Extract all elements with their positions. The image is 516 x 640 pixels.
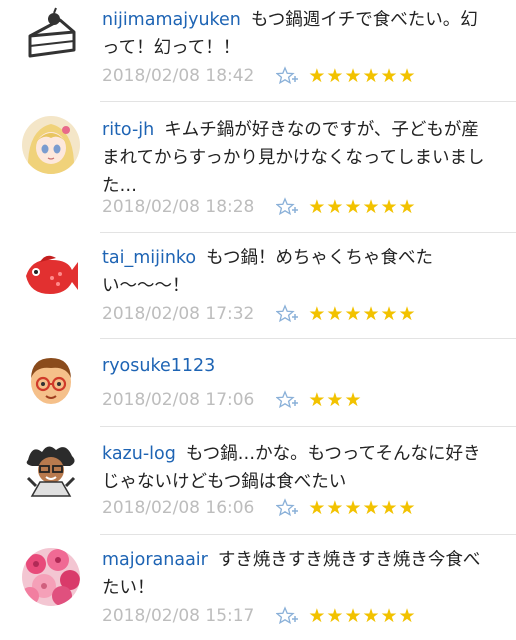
timestamp: 2018/02/08 18:42 [102, 66, 255, 86]
red-fish-avatar[interactable] [22, 244, 80, 302]
divider [100, 101, 516, 102]
username-link[interactable]: ryosuke1123 [102, 356, 215, 376]
star-rating: ★★★★★★ [308, 303, 417, 325]
timestamp: 2018/02/08 18:28 [102, 197, 255, 217]
flower-bouquet-avatar[interactable] [22, 548, 80, 606]
comment-text: ryosuke1123 [102, 352, 494, 380]
comment-text: nijimamajyuken もつ鍋週イチで食べたい。幻って！幻って！！ [102, 6, 494, 62]
divider [100, 426, 516, 427]
star-rating: ★★★ [308, 389, 363, 411]
comment-item: rito-jh キムチ鍋が好きなのですが、子どもが産まれてからすっかり見かけなくな… [0, 104, 516, 233]
comment-meta: 2018/02/08 17:06 ★★★ [102, 388, 363, 412]
comment-meta: 2018/02/08 15:17 ★★★★★★ [102, 604, 417, 628]
cartoon-man-avatar[interactable] [22, 440, 80, 498]
add-star-icon[interactable] [276, 197, 300, 217]
timestamp: 2018/02/08 16:06 [102, 498, 255, 518]
comment-item: kazu-log もつ鍋…かな。もつってそんなに好きじゃないけどもつ鍋は食べたい … [0, 428, 516, 535]
star-rating: ★★★★★★ [308, 196, 417, 218]
star-rating: ★★★★★★ [308, 605, 417, 627]
timestamp: 2018/02/08 17:06 [102, 390, 255, 410]
divider [100, 534, 516, 535]
add-star-icon[interactable] [276, 606, 300, 626]
comment-text: kazu-log もつ鍋…かな。もつってそんなに好きじゃないけどもつ鍋は食べたい [102, 440, 494, 496]
add-star-icon[interactable] [276, 66, 300, 86]
comment-meta: 2018/02/08 17:32 ★★★★★★ [102, 302, 417, 326]
cake-icon[interactable] [22, 6, 80, 64]
star-rating: ★★★★★★ [308, 65, 417, 87]
comment-body: キムチ鍋が好きなのですが、子どもが産まれてからすっかり見かけなくなってしまいまし… [102, 120, 485, 196]
comment-item: majoranaair すき焼きすき焼きすき焼き今食べたい！ 2018/02/08… [0, 536, 516, 640]
add-star-icon[interactable] [276, 304, 300, 324]
timestamp: 2018/02/08 17:32 [102, 304, 255, 324]
comment-list: nijimamajyuken もつ鍋週イチで食べたい。幻って！幻って！！ 2018… [0, 0, 516, 640]
comment-text: rito-jh キムチ鍋が好きなのですが、子どもが産まれてからすっかり見かけなくな… [102, 116, 494, 200]
comment-text: tai_mijinko もつ鍋！めちゃくちゃ食べたい〜〜〜！ [102, 244, 494, 300]
comment-meta: 2018/02/08 18:28 ★★★★★★ [102, 195, 417, 219]
username-link[interactable]: kazu-log [102, 444, 176, 464]
add-star-icon[interactable] [276, 390, 300, 410]
anime-girl-avatar[interactable] [22, 116, 80, 174]
comment-item: nijimamajyuken もつ鍋週イチで食べたい。幻って！幻って！！ 2018… [0, 0, 516, 104]
comment-text: majoranaair すき焼きすき焼きすき焼き今食べたい！ [102, 546, 494, 602]
add-star-icon[interactable] [276, 498, 300, 518]
star-rating: ★★★★★★ [308, 497, 417, 519]
comment-item: ryosuke1123 2018/02/08 17:06 ★★★ [0, 338, 516, 427]
cartoon-boy-avatar[interactable] [22, 350, 80, 408]
timestamp: 2018/02/08 15:17 [102, 606, 255, 626]
username-link[interactable]: tai_mijinko [102, 248, 196, 268]
comment-item: tai_mijinko もつ鍋！めちゃくちゃ食べたい〜〜〜！ 2018/02/08… [0, 232, 516, 339]
comment-meta: 2018/02/08 18:42 ★★★★★★ [102, 64, 417, 88]
comment-meta: 2018/02/08 16:06 ★★★★★★ [102, 496, 417, 520]
username-link[interactable]: majoranaair [102, 550, 208, 570]
username-link[interactable]: rito-jh [102, 120, 154, 140]
username-link[interactable]: nijimamajyuken [102, 10, 241, 30]
